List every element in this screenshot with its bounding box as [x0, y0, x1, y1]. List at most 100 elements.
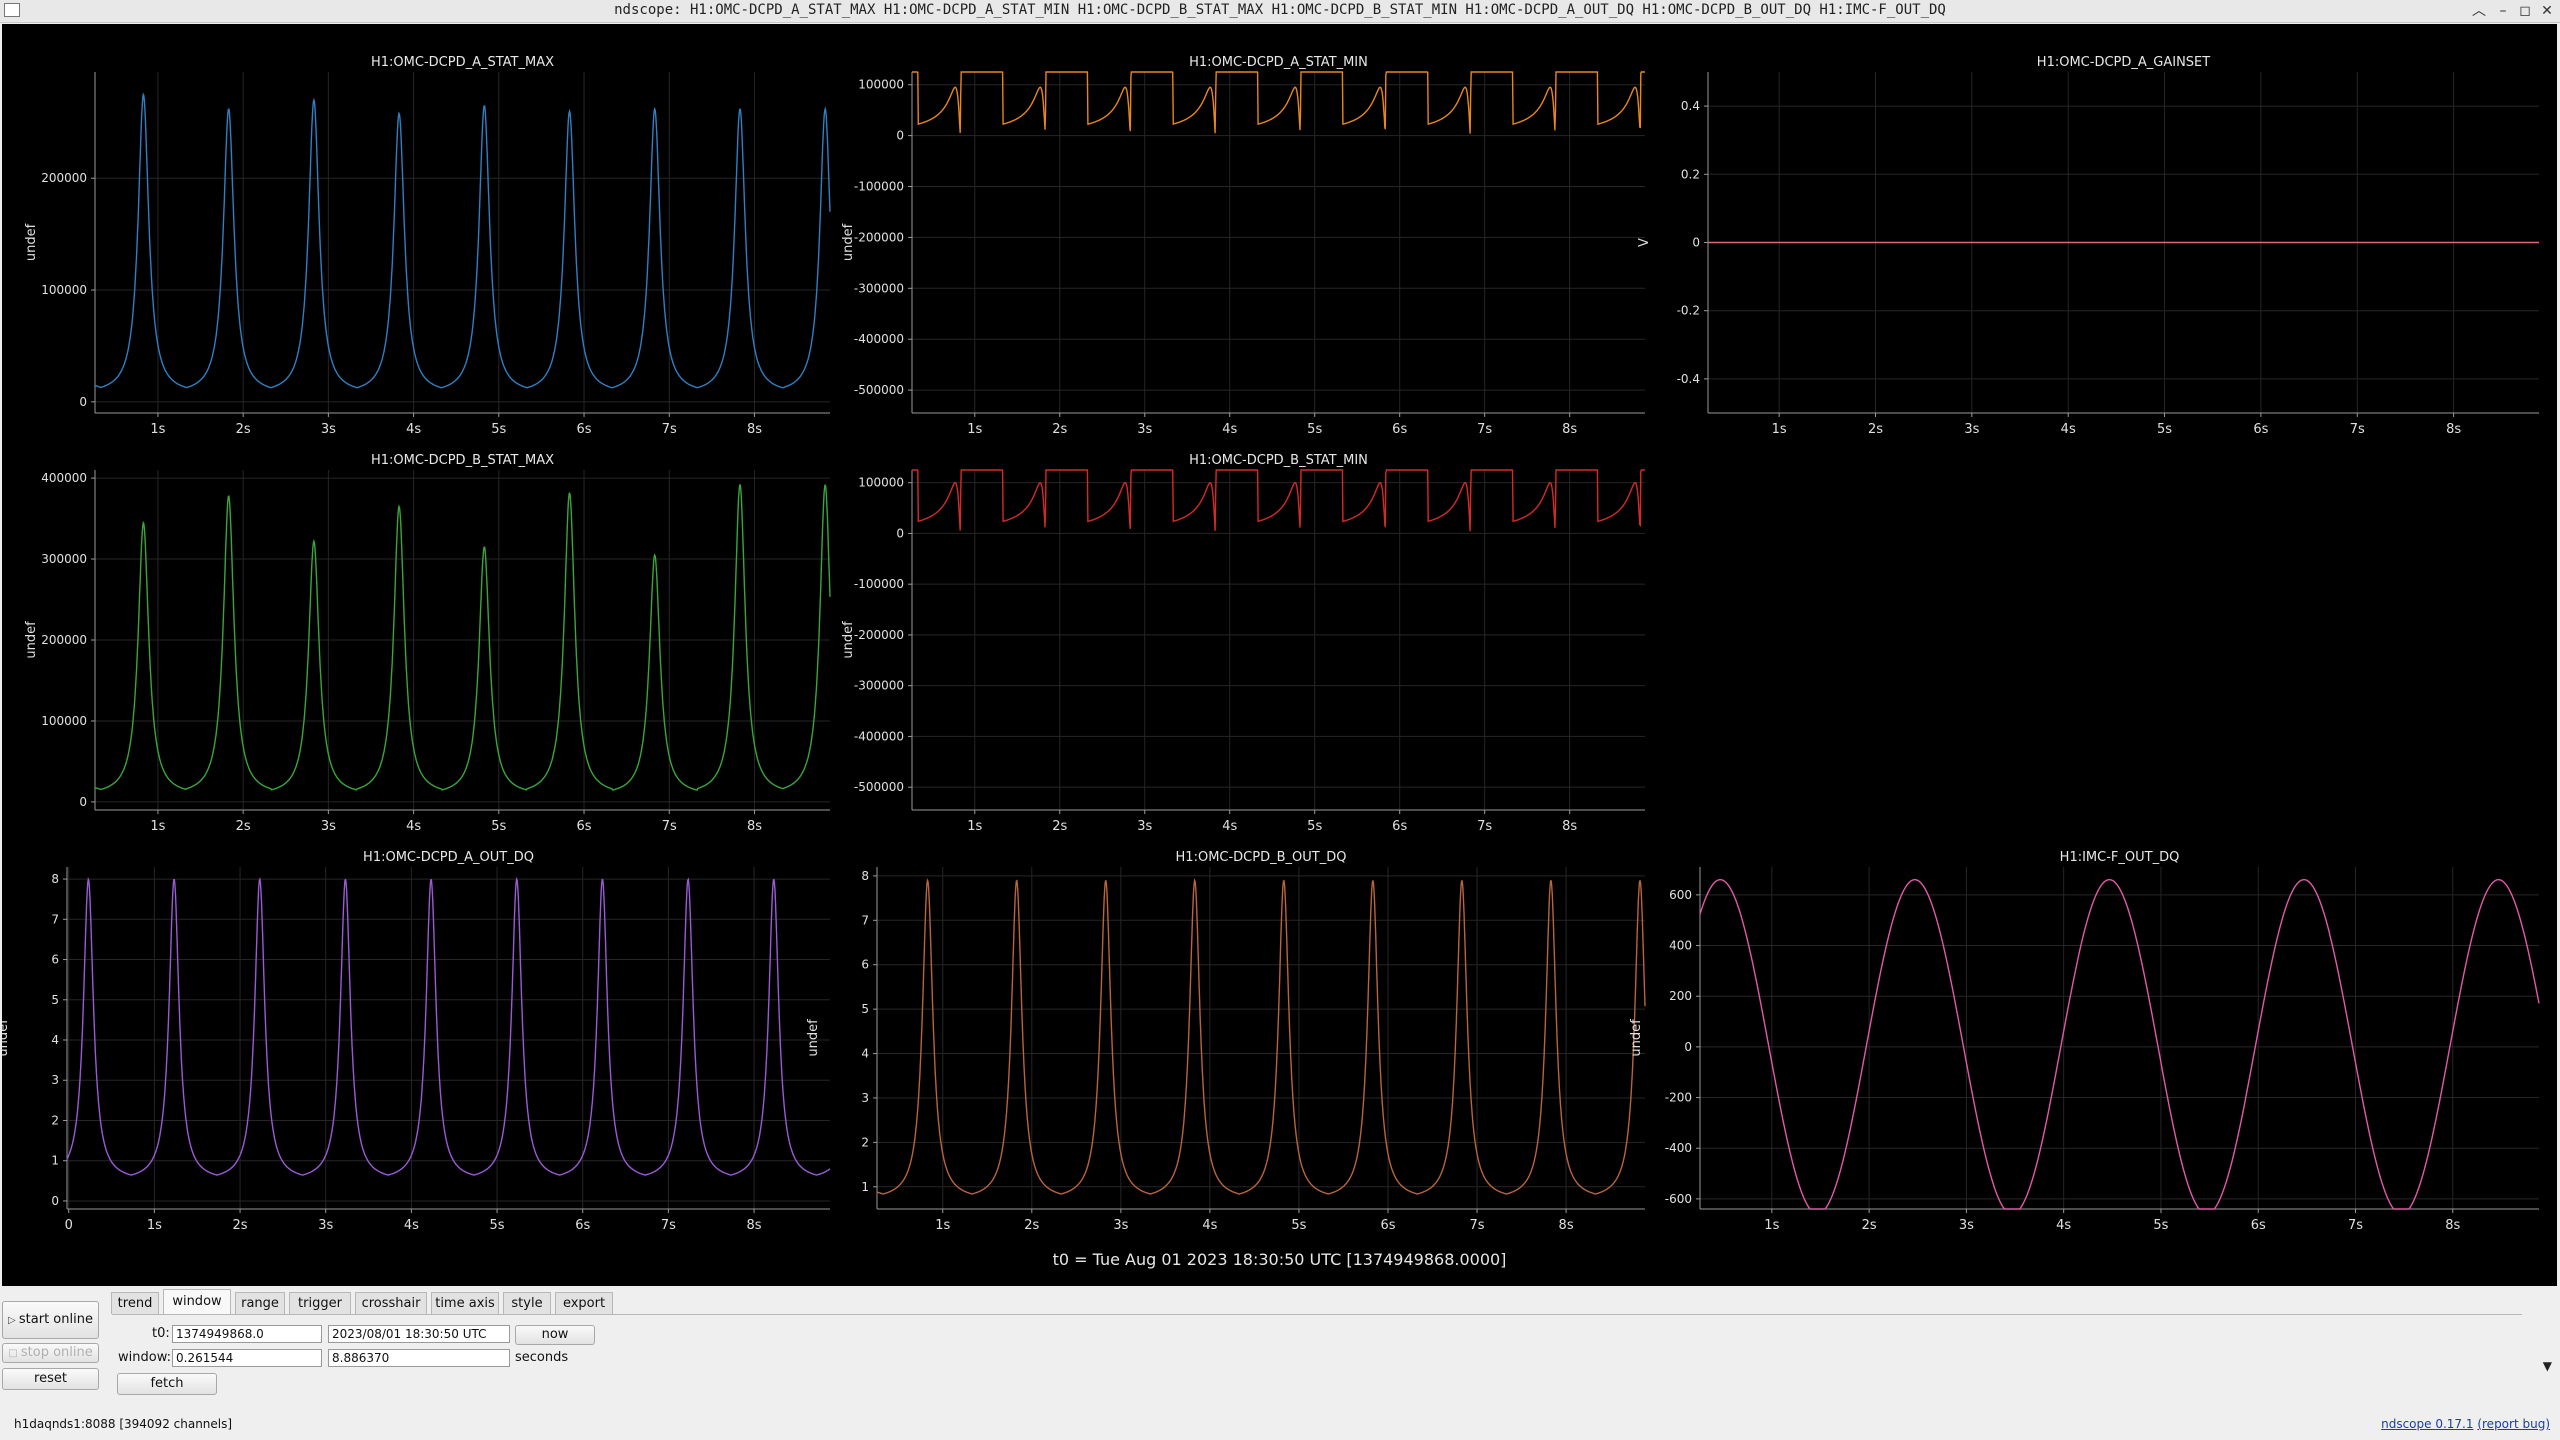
x-tick-label: 6s: [1380, 1218, 1395, 1233]
series-line: [912, 71, 1645, 134]
x-tick-label: 1s: [1772, 422, 1787, 437]
x-tick-label: 3s: [1137, 819, 1152, 834]
chart-panel[interactable]: H1:OMC-DCPD_B_STAT_MINundef-500000-40000…: [841, 453, 1645, 834]
now-button[interactable]: now: [515, 1325, 595, 1345]
x-tick-label: 5s: [491, 422, 506, 437]
x-tick-label: 3s: [321, 422, 336, 437]
x-tick-label: 2s: [1052, 819, 1067, 834]
chart-panel[interactable]: H1:OMC-DCPD_A_GAINSET V -0.4 -0.2 0 0.2 0.4 1s 2…: [1637, 55, 2539, 437]
t0-utc-input[interactable]: 2023/08/01 18:30:50 UTC: [328, 1325, 510, 1343]
x-tick-label: 6s: [2253, 422, 2268, 437]
seconds-label: seconds: [515, 1350, 569, 1365]
x-tick-label: 8s: [747, 819, 762, 834]
tab-trend[interactable]: trend: [111, 1292, 159, 1314]
chart-title: H1:OMC-DCPD_B_STAT_MAX: [371, 453, 554, 468]
scroll-down-icon[interactable]: ▼: [2543, 1359, 2552, 1373]
chart-panel[interactable]: H1:OMC-DCPD_B_OUT_DQundef 1 2 3 4 5 6 7 8 1s 2s 3s 4…: [806, 850, 1646, 1233]
y-tick-label: -0.4: [1677, 372, 1700, 386]
tab-label: style: [511, 1296, 543, 1311]
y-axis-label: undef: [2, 1019, 11, 1057]
stop-online-button[interactable]: □ stop online: [2, 1343, 99, 1363]
x-tick-label: 6s: [1392, 422, 1407, 437]
fetch-button[interactable]: fetch: [117, 1373, 217, 1395]
stop-icon: □: [8, 1348, 21, 1359]
y-tick-label: 8: [51, 872, 59, 886]
window-end-input[interactable]: 8.886370: [328, 1349, 510, 1367]
x-tick-label: 6s: [575, 1218, 590, 1233]
window-start-input[interactable]: 0.261544: [172, 1349, 322, 1367]
close-icon[interactable]: ✕: [2536, 1, 2558, 21]
y-tick-label: -400000: [854, 332, 904, 346]
x-tick-label: 3s: [1113, 1218, 1128, 1233]
tab-crosshair[interactable]: crosshair: [355, 1292, 427, 1314]
x-tick-label: 6s: [2251, 1218, 2266, 1233]
chart-title: H1:OMC-DCPD_A_GAINSET: [2037, 55, 2210, 70]
version-link[interactable]: ndscope 0.17.1: [2381, 1417, 2473, 1431]
x-tick-label: 2s: [1868, 422, 1883, 437]
t0-label: t0 = Tue Aug 01 2023 18:30:50 UTC [13749…: [1052, 1250, 1507, 1269]
y-tick-label: -400000: [854, 729, 904, 743]
y-tick-label: 6: [51, 953, 59, 967]
chart-panel[interactable]: H1:IMC-F_OUT_DQundef -600 -400 -200 0 200 400 6…: [1629, 850, 2540, 1233]
y-tick-label: 4: [51, 1033, 59, 1047]
minimize-icon[interactable]: –: [2492, 1, 2514, 21]
reset-button[interactable]: reset: [2, 1368, 99, 1390]
chevron-up-icon[interactable]: ︿: [2468, 1, 2490, 21]
maximize-icon[interactable]: ◻: [2514, 1, 2536, 21]
fetch-label: fetch: [150, 1376, 184, 1391]
tab-style[interactable]: style: [503, 1292, 551, 1314]
y-tick-label: 4: [861, 1047, 869, 1061]
x-tick-label: 2s: [233, 1218, 248, 1233]
y-tick-label: 2: [51, 1113, 59, 1127]
x-tick-label: 2s: [1862, 1218, 1877, 1233]
y-tick-label: -500000: [854, 383, 904, 397]
x-tick-label: 1s: [967, 422, 982, 437]
tab-range[interactable]: range: [235, 1292, 285, 1314]
report-bug-link[interactable]: (report bug): [2477, 1417, 2550, 1431]
server-status: h1daqnds1:8088 [394092 channels]: [14, 1417, 233, 1431]
x-tick-label: 7s: [661, 1218, 676, 1233]
y-tick-label: -300000: [854, 679, 904, 693]
x-tick-label: 7s: [1477, 422, 1492, 437]
chart-title: H1:OMC-DCPD_B_OUT_DQ: [1176, 850, 1347, 865]
series-line: [876, 878, 1646, 1195]
x-tick-label: 2s: [1024, 1218, 1039, 1233]
y-tick-label: 200: [1669, 989, 1692, 1003]
chart-panel[interactable]: H1:OMC-DCPD_A_OUT_DQundef 0 1 2 3 4 5 6 7 8 0 1s 2s 3…: [2, 850, 831, 1233]
scope-plot-area[interactable]: H1:OMC-DCPD_A_STAT_MAX undef 0 100000 200000…: [2, 24, 2557, 1286]
play-icon: ▷: [8, 1315, 19, 1326]
y-axis-label: undef: [806, 1019, 821, 1057]
y-tick-label: -300000: [854, 281, 904, 295]
x-tick-label: 0: [65, 1218, 73, 1233]
plot-grid[interactable]: H1:OMC-DCPD_A_STAT_MAXundef0100000200000…: [2, 24, 2557, 1286]
series-line: [94, 92, 831, 389]
chart-panel[interactable]: H1:OMC-DCPD_B_STAT_MAXundef 0 100000 200000…: [24, 453, 831, 834]
x-tick-label: 6s: [577, 422, 592, 437]
y-tick-label: 100000: [41, 283, 87, 297]
x-tick-label: 3s: [1959, 1218, 1974, 1233]
tab-window[interactable]: window: [163, 1289, 231, 1315]
x-tick-label: 7s: [2348, 1218, 2363, 1233]
t0-field-label: t0:: [152, 1326, 170, 1341]
x-tick-label: 4s: [406, 422, 421, 437]
x-tick-label: 8s: [1562, 422, 1577, 437]
y-tick-label: 400000: [41, 471, 87, 485]
tab-export[interactable]: export: [555, 1292, 613, 1314]
y-tick-label: 0: [51, 1194, 59, 1208]
reset-label: reset: [34, 1371, 67, 1386]
y-tick-label: 2: [861, 1135, 869, 1149]
series-line: [94, 484, 831, 791]
x-tick-label: 5s: [1291, 1218, 1306, 1233]
y-axis-label: undef: [1629, 1019, 1644, 1057]
control-panel: ▷ start online □ stop online reset trend…: [0, 1287, 2560, 1440]
t0-gps-input[interactable]: 1374949868.0: [172, 1325, 322, 1343]
start-online-button[interactable]: ▷ start online: [2, 1301, 99, 1339]
chart-panel[interactable]: H1:OMC-DCPD_A_STAT_MAXundef 0 100000 200000…: [24, 55, 831, 437]
tab-time-axis[interactable]: time axis: [431, 1292, 499, 1314]
y-tick-label: -400: [1665, 1141, 1692, 1155]
tab-trigger[interactable]: trigger: [289, 1292, 351, 1314]
chart-panel[interactable]: H1:OMC-DCPD_A_STAT_MINundef-500000-40000…: [841, 55, 1645, 437]
y-tick-label: 1: [51, 1154, 59, 1168]
x-tick-label: 4s: [1222, 422, 1237, 437]
y-tick-label: 100000: [41, 714, 87, 728]
